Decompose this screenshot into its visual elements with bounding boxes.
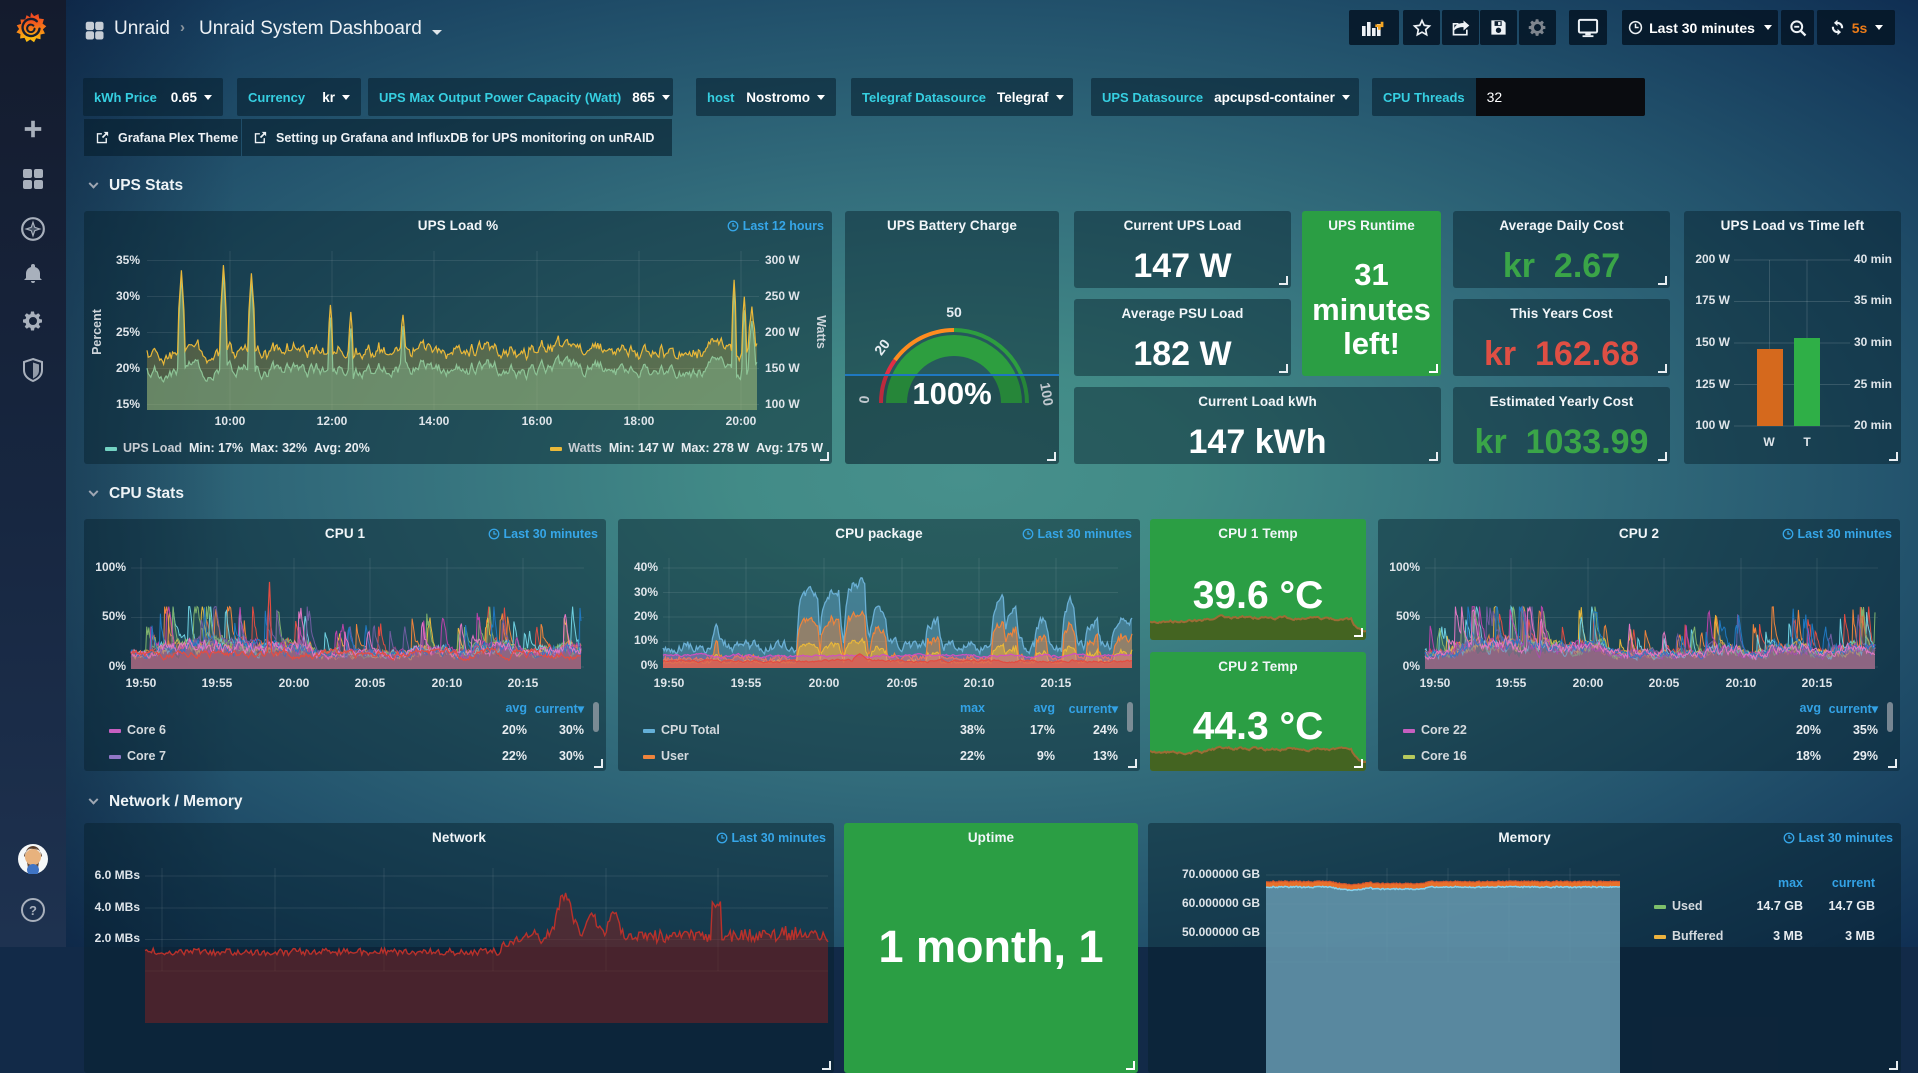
svg-text:50: 50 — [946, 304, 962, 320]
svg-text:20: 20 — [871, 336, 893, 358]
svg-text:?: ? — [29, 903, 37, 918]
